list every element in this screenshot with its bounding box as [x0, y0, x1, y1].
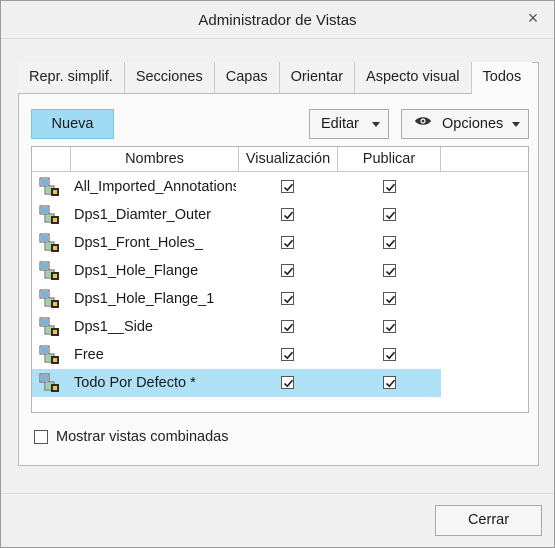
visibility-checkbox[interactable] [281, 264, 294, 277]
view-name: Dps1_Front_Holes_ [74, 235, 203, 251]
view-name: Dps1_Hole_Flange_1 [74, 291, 215, 307]
options-dropdown-button[interactable]: Opciones [401, 109, 529, 139]
view-state-icon [39, 177, 61, 200]
combined-views-label: Mostrar vistas combinadas [56, 429, 229, 445]
close-icon[interactable]: × [524, 9, 542, 27]
view-manager-dialog: Administrador de Vistas × Repr. simplif.… [0, 0, 555, 548]
view-name: All_Imported_Annotations [74, 179, 236, 195]
visibility-checkbox[interactable] [281, 348, 294, 361]
view-state-icon [39, 373, 61, 396]
visibility-checkbox[interactable] [281, 376, 294, 389]
dialog-title: Administrador de Vistas [198, 12, 357, 29]
publish-checkbox[interactable] [383, 264, 396, 277]
chevron-down-icon [512, 122, 520, 127]
table-row[interactable]: Dps1_Hole_Flange_1 [32, 285, 441, 313]
view-name: Dps1__Side [74, 319, 153, 335]
publish-checkbox[interactable] [383, 320, 396, 333]
column-header-nombres[interactable]: Nombres [71, 147, 239, 172]
close-button[interactable]: Cerrar [435, 505, 542, 536]
tab-repr-simplif[interactable]: Repr. simplif. [18, 62, 125, 94]
table-row[interactable]: Todo Por Defecto * [32, 369, 441, 397]
edit-dropdown-button[interactable]: Editar [309, 109, 389, 139]
visibility-checkbox[interactable] [281, 208, 294, 221]
view-state-icon [39, 261, 61, 284]
view-name: Todo Por Defecto * [74, 375, 196, 391]
publish-checkbox[interactable] [383, 376, 396, 389]
view-state-icon [39, 233, 61, 256]
table-row[interactable]: All_Imported_Annotations [32, 173, 441, 201]
table-row[interactable]: Dps1_Diamter_Outer [32, 201, 441, 229]
edit-label: Editar [321, 116, 359, 132]
table-row[interactable]: Free [32, 341, 441, 369]
visibility-checkbox[interactable] [281, 180, 294, 193]
view-state-icon [39, 317, 61, 340]
views-table: Nombres Visualización Publicar All_Impor… [31, 146, 529, 413]
tab-secciones[interactable]: Secciones [124, 62, 215, 94]
view-state-icon [39, 205, 61, 228]
tab-todos[interactable]: Todos [471, 62, 533, 94]
publish-checkbox[interactable] [383, 292, 396, 305]
tab-strip: Repr. simplif. Secciones Capas Orientar … [18, 62, 533, 94]
column-header-visualizacion[interactable]: Visualización [239, 147, 338, 172]
new-button[interactable]: Nueva [31, 109, 114, 139]
column-header-publicar[interactable]: Publicar [338, 147, 441, 172]
icon-column-header [32, 147, 71, 172]
chevron-down-icon [372, 122, 380, 127]
tab-orientar[interactable]: Orientar [279, 62, 356, 94]
view-name: Dps1_Diamter_Outer [74, 207, 211, 223]
title-bar: Administrador de Vistas × [1, 1, 554, 39]
eye-icon [414, 109, 432, 137]
options-label: Opciones [442, 116, 504, 132]
tab-aspecto-visual[interactable]: Aspecto visual [355, 62, 472, 94]
tab-capas[interactable]: Capas [214, 62, 280, 94]
visibility-checkbox[interactable] [281, 292, 294, 305]
view-state-icon [39, 289, 61, 312]
table-row[interactable]: Dps1_Front_Holes_ [32, 229, 441, 257]
publish-checkbox[interactable] [383, 180, 396, 193]
table-row[interactable]: Dps1_Hole_Flange [32, 257, 441, 285]
view-name: Free [74, 347, 104, 363]
view-state-icon [39, 345, 61, 368]
view-name: Dps1_Hole_Flange [74, 263, 199, 279]
publish-checkbox[interactable] [383, 348, 396, 361]
publish-checkbox[interactable] [383, 236, 396, 249]
table-row[interactable]: Dps1__Side [32, 313, 441, 341]
footer-divider [1, 493, 554, 494]
visibility-checkbox[interactable] [281, 236, 294, 249]
table-header: Nombres Visualización Publicar [32, 147, 528, 172]
combined-views-checkbox[interactable] [34, 430, 48, 444]
publish-checkbox[interactable] [383, 208, 396, 221]
visibility-checkbox[interactable] [281, 320, 294, 333]
combined-views-option[interactable]: Mostrar vistas combinadas [34, 429, 228, 445]
